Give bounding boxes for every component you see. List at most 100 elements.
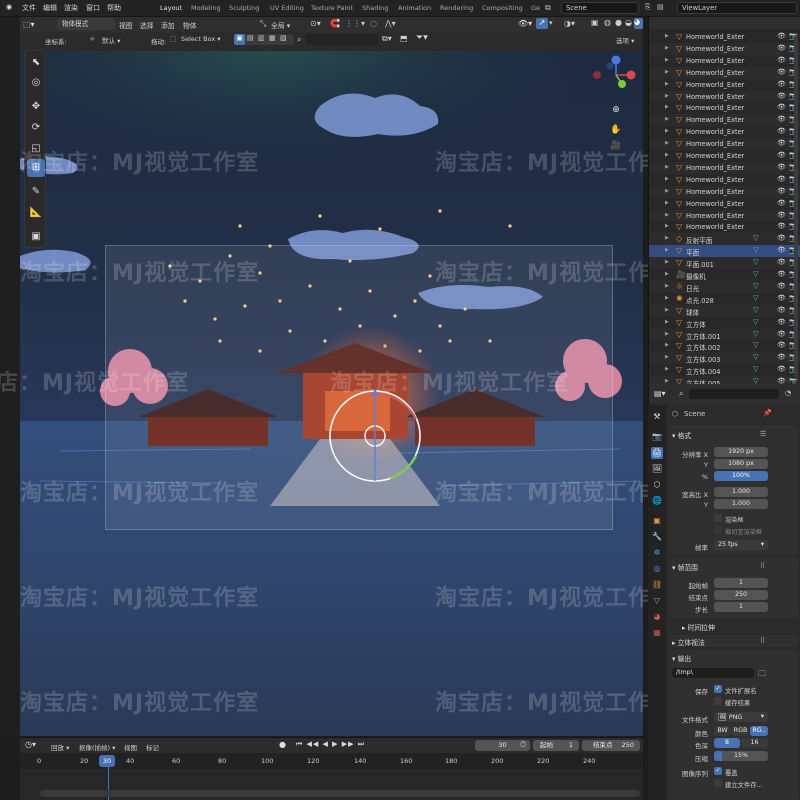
outliner-item[interactable]: ▶▽立方体▽👁📷: [649, 317, 800, 329]
outliner-item[interactable]: ▶☼日光▽👁📷: [649, 280, 800, 293]
visibility-eye-icon[interactable]: 👁: [777, 294, 786, 302]
view-layer-tab-icon[interactable]: 🖼: [651, 463, 663, 475]
visibility-eye-icon[interactable]: 👁: [777, 353, 786, 361]
drag-dropdown[interactable]: Select Box ▾: [181, 35, 241, 43]
object-data-icon[interactable]: ▽: [753, 330, 758, 338]
visibility-eye-icon[interactable]: 👁: [777, 318, 786, 326]
cache-result-checkbox[interactable]: [714, 697, 722, 705]
expand-arrow-icon[interactable]: ▶: [665, 140, 669, 146]
visibility-eye-icon[interactable]: 👁: [777, 44, 786, 52]
add-cube-tool-icon[interactable]: ▣: [27, 228, 45, 246]
stopwatch-icon[interactable]: ⏱: [520, 740, 526, 750]
display-filter-icon[interactable]: ⬒: [400, 34, 408, 43]
visibility-eye-icon[interactable]: 👁: [777, 222, 786, 230]
expand-arrow-icon[interactable]: ▶: [665, 319, 669, 325]
select-intersect-icon[interactable]: ▧: [280, 34, 287, 42]
object-data-icon[interactable]: ▽: [753, 246, 758, 254]
expand-arrow-icon[interactable]: ▶: [665, 223, 669, 229]
menu-add[interactable]: 添加: [161, 20, 175, 30]
crop-region-checkbox[interactable]: [714, 526, 722, 534]
outliner-item[interactable]: ▶▽Homeworld_Exter👁📷: [649, 198, 800, 210]
properties-editor-icon[interactable]: ▤▾: [654, 389, 666, 398]
expand-arrow-icon[interactable]: ▶: [665, 57, 669, 63]
outliner-item[interactable]: ▶▽Homeworld_Exter👁📷: [649, 161, 800, 174]
rotate-tool-icon[interactable]: ⟳: [27, 119, 45, 137]
expand-arrow-icon[interactable]: ▶: [665, 283, 669, 289]
outliner-item[interactable]: ▶▽Homeworld_Exter👁📷: [649, 90, 800, 103]
frame-range-header[interactable]: ▾ 帧范围: [672, 562, 698, 572]
resolution-percent-field[interactable]: 100%: [714, 471, 768, 481]
visibility-eye-icon[interactable]: 👁: [777, 115, 786, 123]
color-rgb-option[interactable]: RGB: [732, 726, 749, 736]
visibility-eye-icon[interactable]: 👁: [777, 80, 786, 88]
object-data-icon[interactable]: ▽: [753, 270, 758, 278]
expand-arrow-icon[interactable]: ▶: [665, 33, 669, 39]
tool-tab-icon[interactable]: ⚒: [651, 411, 663, 423]
output-path-input[interactable]: /tmp\: [672, 668, 754, 678]
outliner-item[interactable]: ▶▽立方体.003▽👁📷: [649, 352, 800, 364]
move-tool-icon[interactable]: ✥: [27, 98, 45, 116]
object-data-icon[interactable]: ▽: [753, 258, 758, 266]
expand-arrow-icon[interactable]: ▶: [665, 295, 669, 301]
filter-icon[interactable]: ⏷▾: [416, 33, 428, 43]
frame-range-drag-icon[interactable]: ⠿: [760, 562, 765, 570]
object-data-icon[interactable]: ▽: [753, 294, 758, 302]
visibility-eye-icon[interactable]: 👁: [777, 282, 786, 290]
outliner-item[interactable]: ▶▽Homeworld_Exter👁📷: [649, 209, 800, 222]
material-shading-icon[interactable]: ◒: [625, 18, 632, 27]
visibility-eye-icon[interactable]: 👁: [777, 151, 786, 159]
expand-arrow-icon[interactable]: ▶: [665, 307, 669, 313]
visibility-eye-icon[interactable]: 👁: [777, 306, 786, 314]
search-icon[interactable]: ⌕: [297, 35, 301, 45]
overwrite-checkbox[interactable]: ✓: [714, 767, 722, 775]
outliner-item[interactable]: ▶▽Homeworld_Exter👁📷: [649, 42, 800, 55]
outliner-item[interactable]: ▶▽平面▽👁📷: [649, 245, 800, 257]
view-layer-icon[interactable]: ▤: [657, 3, 664, 11]
object-data-icon[interactable]: ▽: [753, 234, 758, 242]
properties-search-input[interactable]: [689, 389, 779, 399]
menu-file[interactable]: 文件: [22, 3, 36, 13]
data-tab-icon[interactable]: ▽: [651, 595, 663, 607]
expand-arrow-icon[interactable]: ▶: [665, 342, 669, 348]
navigation-gizmo[interactable]: ⊕ ✋ 🎥: [590, 52, 640, 192]
visibility-eye-icon[interactable]: 👁: [777, 341, 786, 349]
expand-arrow-icon[interactable]: ▶: [665, 200, 669, 206]
expand-arrow-icon[interactable]: ▶: [665, 354, 669, 360]
frame-step-field[interactable]: 1: [714, 602, 768, 612]
measure-tool-icon[interactable]: 📐: [27, 204, 45, 222]
visibility-eye-icon[interactable]: 👁: [777, 56, 786, 64]
color-bw-option[interactable]: BW: [714, 726, 731, 736]
wireframe-shading-icon[interactable]: ◍: [604, 18, 611, 27]
view-layer-selector[interactable]: ViewLayer: [677, 2, 797, 14]
select-new-icon[interactable]: ▣: [234, 34, 245, 45]
options-dropdown[interactable]: 选项 ▾: [616, 35, 634, 45]
properties-search-icon[interactable]: ⌕: [679, 389, 683, 399]
outliner-item[interactable]: ▶✺点光.028▽👁📷: [649, 293, 800, 305]
world-tab-icon[interactable]: 🌐: [651, 495, 663, 507]
visibility-eye-icon[interactable]: 👁: [777, 330, 786, 338]
file-format-dropdown[interactable]: 🖼 PNG ▾: [714, 712, 768, 722]
outliner-item[interactable]: ▶▽Homeworld_Exter👁📷: [649, 66, 800, 79]
menu-select[interactable]: 选择: [140, 20, 154, 30]
transform-orientation-icon[interactable]: ⤡: [260, 19, 266, 29]
visibility-eye-icon[interactable]: 👁: [777, 211, 786, 219]
visibility-eye-icon[interactable]: 👁: [777, 103, 786, 111]
playback-controls[interactable]: ⏮ ◀◀ ◀ ▶ ▶▶ ⏭: [296, 740, 365, 749]
expand-arrow-icon[interactable]: ▶: [665, 188, 669, 194]
select-invert-icon[interactable]: ▦: [269, 34, 276, 42]
tab-uv-editing[interactable]: UV Editing: [270, 4, 304, 12]
select-tool-icon[interactable]: ⬉: [27, 54, 45, 72]
expand-arrow-icon[interactable]: ▶: [665, 212, 669, 218]
expand-arrow-icon[interactable]: ▶: [665, 69, 669, 75]
object-data-icon[interactable]: ▽: [753, 318, 758, 326]
aspect-y-field[interactable]: 1.000: [714, 499, 768, 509]
outliner-item[interactable]: ▶▽球体▽👁📷: [649, 304, 800, 317]
scene-selector[interactable]: Scene: [561, 2, 639, 14]
cursor-tool-icon[interactable]: ◎: [27, 74, 45, 92]
gizmo-toggle-icon[interactable]: ↗: [536, 18, 548, 29]
snap-icon[interactable]: 🧲: [330, 19, 340, 28]
tab-rendering[interactable]: Rendering: [440, 4, 473, 12]
tab-shading[interactable]: Shading: [362, 4, 388, 12]
outliner-item[interactable]: ▶▽Homeworld_Exter👁📷: [649, 174, 800, 186]
tab-modeling[interactable]: Modeling: [191, 4, 221, 12]
